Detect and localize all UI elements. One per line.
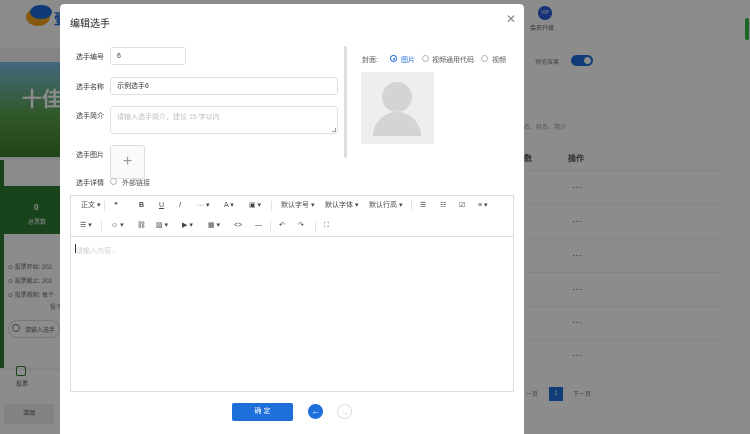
- bullet-list-icon[interactable]: ☰: [420, 200, 426, 212]
- bold-icon[interactable]: B: [139, 200, 144, 212]
- close-icon[interactable]: ✕: [506, 12, 516, 26]
- paragraph-style-dropdown[interactable]: 正文 ▾: [81, 200, 100, 212]
- divider-icon[interactable]: —: [255, 220, 262, 232]
- name-input[interactable]: 示例选手6: [110, 77, 338, 95]
- intro-textarea[interactable]: 请输入选手简介，建议 15 字以内: [110, 106, 338, 134]
- link-icon[interactable]: ⛓: [137, 220, 146, 232]
- avatar-head-icon: [382, 82, 412, 112]
- emoji-icon[interactable]: ☺ ▾: [111, 220, 124, 232]
- toolbar-divider: [270, 221, 271, 231]
- cover-embed-radio[interactable]: [422, 55, 429, 62]
- dialog-title: 编辑选手: [70, 19, 110, 30]
- quote-icon[interactable]: ❝: [114, 200, 118, 212]
- video-dropdown[interactable]: ▶ ▾: [182, 220, 193, 232]
- image-label: 选手图片: [76, 152, 104, 159]
- underline-icon[interactable]: U: [159, 200, 164, 212]
- undo-icon[interactable]: ↶: [279, 220, 285, 232]
- external-link-label[interactable]: 外部链接: [122, 178, 150, 188]
- next-arrow-icon[interactable]: →: [337, 404, 352, 419]
- code-icon[interactable]: <>: [234, 220, 242, 232]
- toolbar-divider: [104, 201, 105, 211]
- align-dropdown[interactable]: ≡ ▾: [478, 200, 488, 212]
- external-link-radio[interactable]: [110, 178, 117, 185]
- font-size-dropdown[interactable]: 默认字号 ▾: [281, 200, 314, 212]
- font-family-dropdown[interactable]: 默认字体 ▾: [325, 200, 358, 212]
- editor-toolbar: 正文 ▾ ❝ B U I ··· ▾ A ▾ ▣ ▾ 默认字号 ▾ 默认字体 ▾…: [71, 196, 513, 237]
- intro-placeholder: 请输入选手简介，建议 15 字以内: [117, 114, 220, 121]
- indent-dropdown[interactable]: ☰ ▾: [80, 220, 92, 232]
- cover-label: 封面:: [362, 57, 378, 64]
- image-dropdown[interactable]: ▨ ▾: [156, 220, 168, 232]
- intro-label: 选手简介: [76, 113, 104, 120]
- toolbar-divider: [411, 201, 412, 211]
- cover-image-radio[interactable]: [390, 55, 397, 62]
- cover-video-radio[interactable]: [481, 55, 488, 62]
- todo-icon[interactable]: ☑: [459, 200, 465, 212]
- italic-icon[interactable]: I: [179, 200, 181, 212]
- detail-label: 选手详情: [76, 180, 104, 187]
- prev-arrow-icon[interactable]: ←: [308, 404, 323, 419]
- numbered-list-icon[interactable]: ☷: [440, 200, 446, 212]
- line-height-dropdown[interactable]: 默认行高 ▾: [369, 200, 402, 212]
- bg-color-icon[interactable]: ▣ ▾: [249, 200, 261, 212]
- table-dropdown[interactable]: ▦ ▾: [208, 220, 220, 232]
- toolbar-divider: [101, 221, 102, 231]
- toolbar-divider: [315, 221, 316, 231]
- rich-text-editor: 正文 ▾ ❝ B U I ··· ▾ A ▾ ▣ ▾ 默认字号 ▾ 默认字体 ▾…: [70, 195, 514, 392]
- editor-content[interactable]: 请输入内容...: [76, 246, 117, 256]
- confirm-button[interactable]: 确 定: [232, 403, 293, 421]
- fullscreen-icon[interactable]: ⛶: [324, 220, 329, 232]
- column-divider: [344, 46, 347, 158]
- edit-contestant-dialog: 编辑选手 ✕ 选手编号 6 选手名称 示例选手6 选手简介 请输入选手简介，建议…: [60, 4, 524, 434]
- cover-embed-label[interactable]: 视频通用代码: [432, 55, 474, 65]
- cover-video-label[interactable]: 视频: [492, 55, 506, 65]
- toolbar-divider: [271, 201, 272, 211]
- name-label: 选手名称: [76, 84, 104, 91]
- number-label: 选手编号: [76, 54, 104, 61]
- cover-image-label[interactable]: 图片: [401, 55, 415, 65]
- redo-icon[interactable]: ↷: [298, 220, 304, 232]
- more-styles-dropdown[interactable]: ··· ▾: [197, 200, 209, 212]
- image-upload-button[interactable]: +: [110, 145, 145, 179]
- number-input[interactable]: 6: [110, 47, 186, 65]
- resize-handle-icon[interactable]: [332, 128, 336, 132]
- font-color-icon[interactable]: A ▾: [224, 200, 234, 212]
- avatar-body-icon: [373, 112, 421, 136]
- cover-image-placeholder[interactable]: [361, 72, 434, 144]
